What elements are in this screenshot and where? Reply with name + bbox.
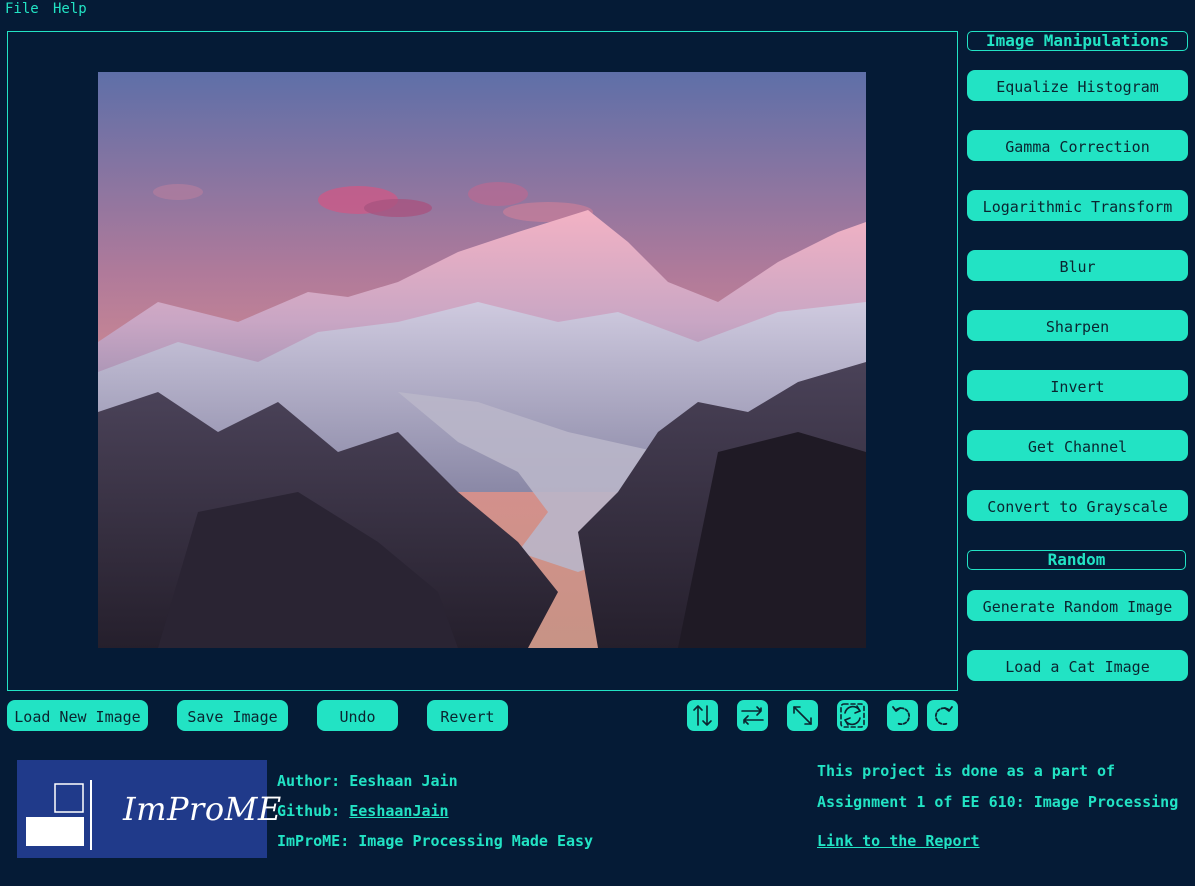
rotate-cw-icon (934, 706, 953, 726)
github-link[interactable]: EeshaanJain (349, 802, 448, 820)
tagline: ImProME: Image Processing Made Easy (277, 832, 594, 850)
logo-text: ImProME (123, 790, 282, 828)
rotate-clockwise-button[interactable] (927, 700, 958, 731)
logo-mark-icon (26, 780, 92, 850)
sharpen-button[interactable]: Sharpen (967, 310, 1188, 341)
project-note-line-1: This project is done as a part of (817, 762, 1116, 780)
revert-button[interactable]: Revert (427, 700, 508, 731)
save-image-button[interactable]: Save Image (177, 700, 288, 731)
menu-file[interactable]: File (5, 1, 39, 17)
equalize-histogram-button[interactable]: Equalize Histogram (967, 70, 1188, 101)
load-new-image-button[interactable]: Load New Image (7, 700, 148, 731)
rotate-180-button[interactable] (837, 700, 868, 731)
convert-to-grayscale-button[interactable]: Convert to Grayscale (967, 490, 1188, 521)
generate-random-image-button[interactable]: Generate Random Image (967, 590, 1188, 621)
github-label: Github: (277, 802, 350, 820)
menu-help[interactable]: Help (53, 1, 87, 17)
logarithmic-transform-button[interactable]: Logarithmic Transform (967, 190, 1188, 221)
mountain-photo (98, 72, 866, 648)
flip-horizontal-icon (741, 706, 764, 725)
transpose-icon (793, 706, 812, 725)
invert-button[interactable]: Invert (967, 370, 1188, 401)
section-random-title: Random (967, 550, 1186, 570)
menu-bar: File Help (0, 0, 1195, 20)
load-cat-image-button[interactable]: Load a Cat Image (967, 650, 1188, 681)
undo-button[interactable]: Undo (317, 700, 398, 731)
flip-vertical-button[interactable] (687, 700, 718, 731)
author-label: Author: (277, 772, 350, 790)
author-line: Author: Eeshaan Jain (277, 772, 458, 790)
rotate-180-icon (840, 703, 865, 728)
github-line: Github: EeshaanJain (277, 802, 449, 820)
rotate-ccw-icon (892, 706, 911, 726)
author-name: Eeshaan Jain (349, 772, 458, 790)
gamma-correction-button[interactable]: Gamma Correction (967, 130, 1188, 161)
blur-button[interactable]: Blur (967, 250, 1188, 281)
rotate-counterclockwise-button[interactable] (887, 700, 918, 731)
report-link[interactable]: Link to the Report (817, 832, 980, 850)
get-channel-button[interactable]: Get Channel (967, 430, 1188, 461)
image-canvas (7, 31, 958, 691)
flip-vertical-icon (693, 705, 712, 726)
flip-horizontal-button[interactable] (737, 700, 768, 731)
project-note-line-2: Assignment 1 of EE 610: Image Processing (817, 793, 1179, 811)
section-image-manipulations-title: Image Manipulations (967, 31, 1188, 51)
improme-logo: ImProME (17, 760, 281, 858)
transpose-button[interactable] (787, 700, 818, 731)
